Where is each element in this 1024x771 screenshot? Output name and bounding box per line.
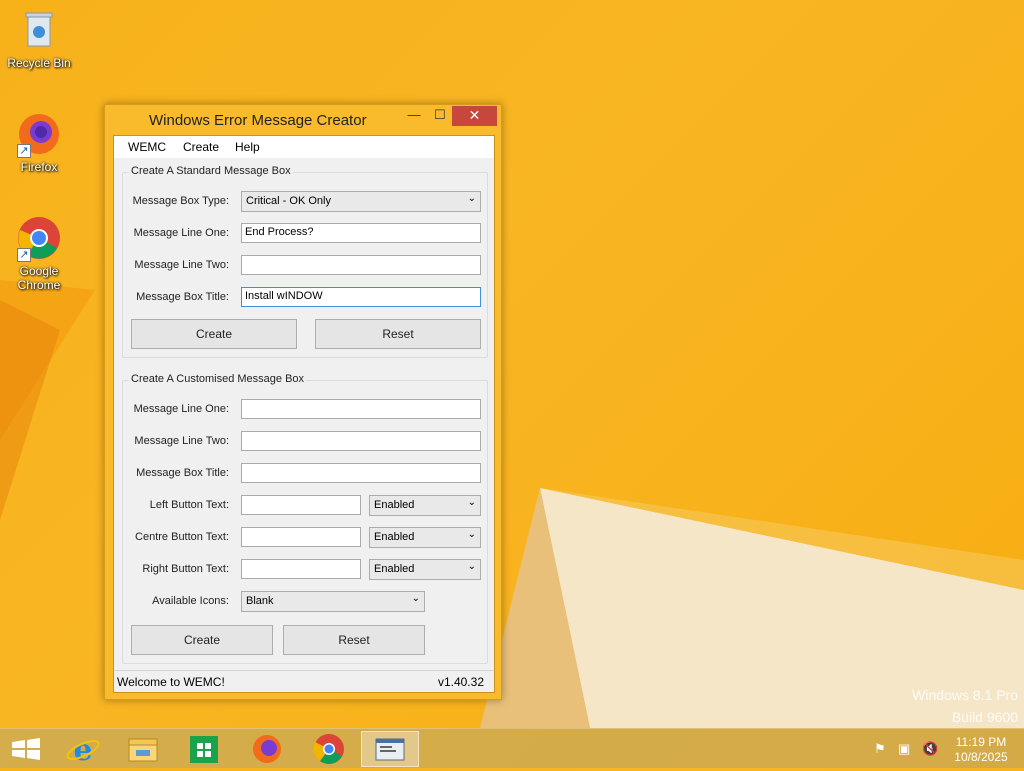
menu-wemc[interactable]: WEMC <box>128 140 166 154</box>
centre-button-state-value: Enabled <box>374 531 415 543</box>
custom-message-group: Create A Customised Message Box Message … <box>122 373 488 664</box>
minimize-button[interactable]: — <box>401 106 427 126</box>
desktop-icon-chrome[interactable]: ↗ Google Chrome <box>3 214 75 292</box>
chevron-down-icon: ⌄ <box>411 593 420 604</box>
taskbar-firefox[interactable] <box>238 731 296 767</box>
custom-group-title: Create A Customised Message Box <box>129 373 307 385</box>
window-title: Windows Error Message Creator <box>149 112 367 129</box>
desktop-icon-label: Google Chrome <box>17 264 61 292</box>
taskbar-store[interactable] <box>175 731 233 767</box>
chevron-down-icon: ⌄ <box>467 561 476 572</box>
centre-button-text-label: Centre Button Text: <box>135 531 229 543</box>
maximize-button[interactable]: ☐ <box>427 106 453 126</box>
left-button-state-select[interactable]: Enabled ⌄ <box>369 495 481 516</box>
windows-logo-icon <box>12 738 40 760</box>
custom-line-one-label: Message Line One: <box>133 403 229 415</box>
firefox-icon <box>253 735 281 763</box>
svg-text:e: e <box>73 733 92 767</box>
action-center-flag-icon[interactable]: ⚑ <box>874 741 890 757</box>
custom-reset-button[interactable]: Reset <box>283 625 425 655</box>
network-icon[interactable]: ▣ <box>898 741 914 757</box>
desktop-icon-firefox[interactable]: ↗ Firefox <box>3 110 75 174</box>
available-icons-value: Blank <box>246 595 274 607</box>
store-icon <box>190 736 218 763</box>
standard-create-button[interactable]: Create <box>131 319 297 349</box>
chevron-down-icon: ⌄ <box>467 529 476 540</box>
chrome-icon <box>313 734 344 764</box>
watermark-edition: Windows 8.1 Pro <box>912 687 1018 703</box>
custom-line-one-input[interactable] <box>241 399 481 419</box>
menu-bar: WEMC Create Help <box>114 136 494 158</box>
start-button[interactable] <box>0 731 58 767</box>
message-box-type-value: Critical - OK Only <box>246 195 331 207</box>
standard-reset-button[interactable]: Reset <box>315 319 481 349</box>
custom-create-button[interactable]: Create <box>131 625 273 655</box>
firefox-icon: ↗ <box>15 110 63 158</box>
wemc-app-icon <box>375 738 405 761</box>
clock-date: 10/8/2025 <box>954 750 1008 764</box>
internet-explorer-icon: e <box>66 733 100 768</box>
centre-button-state-select[interactable]: Enabled ⌄ <box>369 527 481 548</box>
taskbar-wemc[interactable] <box>361 731 419 767</box>
custom-line-two-input[interactable] <box>241 431 481 451</box>
wemc-window: Windows Error Message Creator — ☐ ✕ WEMC… <box>104 104 502 700</box>
right-button-text-label: Right Button Text: <box>142 563 229 575</box>
centre-button-text-input[interactable] <box>241 527 361 547</box>
chevron-down-icon: ⌄ <box>467 497 476 508</box>
taskbar-chrome[interactable] <box>300 731 358 767</box>
recycle-bin-icon <box>15 6 63 54</box>
status-bar: Welcome to WEMC! v1.40.32 <box>114 670 494 692</box>
shortcut-arrow-icon: ↗ <box>17 248 31 262</box>
status-message: Welcome to WEMC! <box>117 675 225 689</box>
standard-group-title: Create A Standard Message Box <box>129 165 293 177</box>
available-icons-select[interactable]: Blank ⌄ <box>241 591 425 612</box>
message-box-type-label: Message Box Type: <box>132 195 229 207</box>
left-button-state-value: Enabled <box>374 499 415 511</box>
taskbar-clock[interactable]: 11:19 PM 10/8/2025 <box>950 735 1012 765</box>
shortcut-arrow-icon: ↗ <box>17 144 31 158</box>
taskbar-file-explorer[interactable] <box>114 731 172 767</box>
chevron-down-icon: ⌄ <box>467 193 476 204</box>
folder-icon <box>128 738 158 762</box>
version-label: v1.40.32 <box>437 675 484 689</box>
windows-watermark: Windows 8.1 Pro Build 9600 <box>912 684 1018 728</box>
available-icons-label: Available Icons: <box>152 595 229 607</box>
volume-muted-icon[interactable]: 🔇 <box>922 741 938 757</box>
message-box-type-select[interactable]: Critical - OK Only ⌄ <box>241 191 481 212</box>
desktop-icon-label: Recycle Bin <box>7 56 71 70</box>
custom-line-two-label: Message Line Two: <box>134 435 229 447</box>
chrome-icon: ↗ <box>15 214 63 262</box>
desktop-icon-label: Firefox <box>20 160 58 174</box>
standard-line-two-label: Message Line Two: <box>134 259 229 271</box>
right-button-state-value: Enabled <box>374 563 415 575</box>
standard-line-one-input[interactable]: End Process? <box>241 223 481 243</box>
watermark-build: Build 9600 <box>951 709 1018 725</box>
menu-create[interactable]: Create <box>183 140 219 154</box>
standard-line-two-input[interactable] <box>241 255 481 275</box>
left-button-text-label: Left Button Text: <box>149 499 229 511</box>
custom-title-input[interactable] <box>241 463 481 483</box>
standard-title-input[interactable]: Install wINDOW <box>241 287 481 307</box>
clock-time: 11:19 PM <box>955 735 1007 749</box>
menu-help[interactable]: Help <box>235 140 260 154</box>
standard-title-label: Message Box Title: <box>136 291 229 303</box>
taskbar-internet-explorer[interactable]: e <box>54 731 112 768</box>
left-button-text-input[interactable] <box>241 495 361 515</box>
right-button-text-input[interactable] <box>241 559 361 579</box>
standard-line-one-label: Message Line One: <box>133 227 229 239</box>
window-client-area: WEMC Create Help Create A Standard Messa… <box>113 135 495 693</box>
right-button-state-select[interactable]: Enabled ⌄ <box>369 559 481 580</box>
custom-title-label: Message Box Title: <box>136 467 229 479</box>
desktop-icon-recycle-bin[interactable]: Recycle Bin <box>3 6 75 70</box>
standard-message-group: Create A Standard Message Box Message Bo… <box>122 165 488 358</box>
title-bar[interactable]: Windows Error Message Creator — ☐ ✕ <box>105 105 501 135</box>
taskbar: e ⚑ ▣ 🔇 11:19 PM 10/8/2025 <box>0 728 1024 768</box>
close-button[interactable]: ✕ <box>452 106 497 126</box>
